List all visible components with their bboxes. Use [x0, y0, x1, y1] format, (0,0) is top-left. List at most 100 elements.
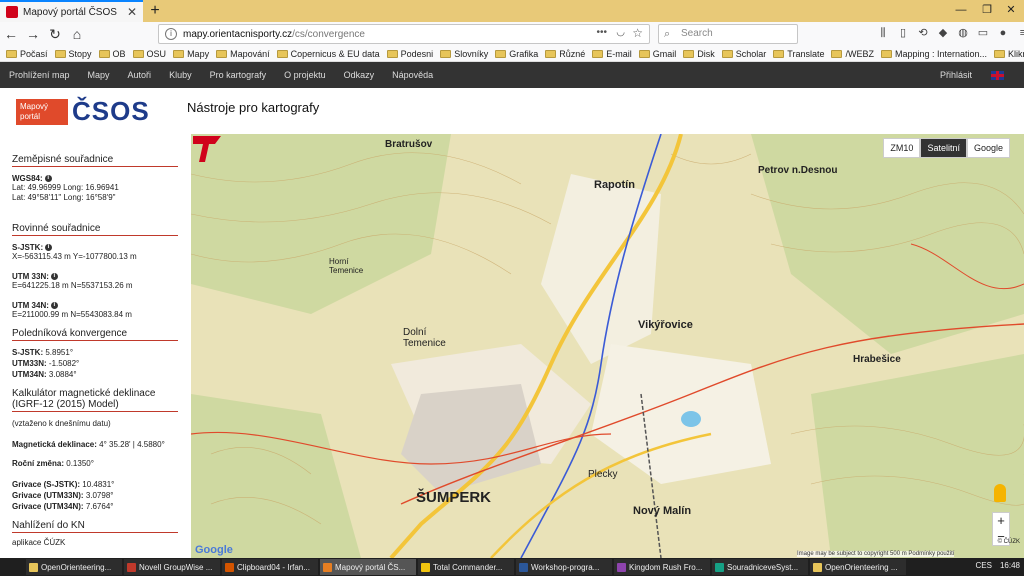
- convergence-key: S-JSTK:: [12, 348, 44, 357]
- minimize-icon[interactable]: —: [950, 0, 972, 20]
- login-link[interactable]: Přihlásit: [940, 70, 972, 80]
- new-tab-icon[interactable]: +: [146, 2, 164, 20]
- menu-item-mapy[interactable]: Mapy: [79, 70, 119, 80]
- folder-icon: [721, 49, 733, 58]
- map-type-google[interactable]: Google: [966, 138, 1010, 158]
- taskbar-item[interactable]: Novell GroupWise ...: [124, 559, 220, 575]
- bookmark-item[interactable]: Slovníky: [440, 49, 488, 59]
- place-label: Hrabešice: [853, 354, 901, 365]
- browser-tab[interactable]: Mapový portál ČSOS ✕: [0, 0, 143, 22]
- search-input[interactable]: ⌕ Search: [658, 24, 798, 44]
- bookmark-item[interactable]: E-mail: [592, 49, 632, 59]
- site-header: Mapový portál ČSOS Nástroje pro kartogra…: [0, 88, 1024, 134]
- geo-section-title: Zeměpisné souřadnice: [12, 142, 178, 167]
- extension-icon[interactable]: ◆: [936, 26, 950, 40]
- close-tab-icon[interactable]: ✕: [127, 5, 137, 19]
- site-info-icon[interactable]: i: [165, 28, 177, 40]
- convergence-section: Poledníková konvergence S-JSTK: 5.8951° …: [12, 322, 179, 380]
- folder-icon: [276, 49, 288, 58]
- utm34-label: UTM 34N: i: [12, 301, 179, 310]
- back-icon[interactable]: ←: [0, 23, 22, 45]
- bookmark-item[interactable]: Kliknout a publikovat: [994, 49, 1024, 59]
- taskbar-item-label: Novell GroupWise ...: [139, 562, 213, 572]
- reload-icon[interactable]: ↻: [44, 23, 66, 45]
- menu-item-autori[interactable]: Autoři: [119, 70, 161, 80]
- home-icon[interactable]: ⌂: [66, 23, 88, 45]
- bookmark-star-icon[interactable]: ☆: [632, 26, 643, 40]
- pocket-icon[interactable]: ◡: [616, 27, 625, 38]
- site-logo[interactable]: Mapový portál ČSOS: [16, 96, 150, 127]
- taskbar-item[interactable]: Clipboard04 - Irfan...: [222, 559, 318, 575]
- taskbar-item[interactable]: Total Commander...: [418, 559, 514, 575]
- english-flag-icon[interactable]: [991, 71, 1004, 80]
- url-bar[interactable]: i mapy.orientacnisporty.cz/cs/convergenc…: [158, 24, 650, 44]
- menu-item-prohlizeni[interactable]: Prohlížení map: [0, 70, 79, 80]
- vpn-icon[interactable]: ◍: [956, 26, 970, 40]
- bookmark-item[interactable]: Disk: [683, 49, 715, 59]
- folder-icon: [638, 49, 650, 58]
- info-icon[interactable]: i: [45, 244, 53, 252]
- bookmark-item[interactable]: Scholar: [721, 49, 766, 59]
- bookmark-label: E-mail: [606, 48, 632, 59]
- map-type-zm10[interactable]: ZM10: [883, 138, 921, 158]
- folder-icon: [54, 49, 66, 58]
- menu-item-o-projektu[interactable]: O projektu: [275, 70, 335, 80]
- bookmark-item[interactable]: Mapping : Internation...: [880, 49, 987, 59]
- history-icon[interactable]: ⟲: [916, 26, 930, 40]
- addon-icon[interactable]: ●: [996, 26, 1010, 40]
- planar-section: Rovinné souřadnice S-JSTK: i X=-563115.43…: [12, 211, 179, 320]
- forward-icon[interactable]: →: [22, 23, 44, 45]
- clock[interactable]: 16:48: [1000, 561, 1020, 570]
- sidebar-icon[interactable]: ▯: [896, 26, 910, 40]
- taskbar-item[interactable]: OpenOrienteering...: [26, 559, 122, 575]
- menu-item-odkazy[interactable]: Odkazy: [335, 70, 384, 80]
- taskbar-item[interactable]: OpenOrienteering ...: [810, 559, 906, 575]
- bookmark-item[interactable]: Mapy: [173, 49, 209, 59]
- library-icon[interactable]: ⫼: [876, 26, 890, 40]
- taskbar-item[interactable]: Workshop-progra...: [516, 559, 612, 575]
- keyboard-language[interactable]: CES: [976, 561, 992, 570]
- bookmark-item[interactable]: /WEBZ: [831, 49, 874, 59]
- grivation-key: Grivace (UTM34N):: [12, 502, 84, 511]
- info-icon[interactable]: i: [44, 175, 52, 183]
- bookmark-item[interactable]: Počasí: [6, 49, 48, 59]
- screenshot-icon[interactable]: ▭: [976, 26, 990, 40]
- menu-icon[interactable]: ≡: [1016, 26, 1024, 40]
- grivation-list: Grivace (S-JSTK): 10.4831° Grivace (UTM3…: [12, 479, 179, 512]
- zoom-in-button[interactable]: +: [993, 513, 1009, 529]
- wgs84-label: WGS84: i: [12, 174, 179, 183]
- bookmark-item[interactable]: OB: [98, 49, 126, 59]
- bookmark-item[interactable]: Podesni: [386, 49, 433, 59]
- menu-item-napoveda[interactable]: Nápověda: [383, 70, 442, 80]
- bookmark-item[interactable]: Gmail: [638, 49, 676, 59]
- logo-badge: Mapový portál: [16, 98, 68, 125]
- bookmark-item[interactable]: Stopy: [54, 49, 92, 59]
- bookmark-item[interactable]: Translate: [773, 49, 824, 59]
- utm33-label-text: UTM 33N:: [12, 272, 49, 281]
- bookmark-item[interactable]: Mapování: [216, 49, 270, 59]
- start-button[interactable]: [0, 559, 26, 575]
- info-icon[interactable]: i: [50, 273, 58, 281]
- menu-item-kluby[interactable]: Kluby: [160, 70, 201, 80]
- bookmark-item[interactable]: Různé: [545, 49, 585, 59]
- info-icon[interactable]: i: [50, 302, 58, 310]
- maximize-icon[interactable]: ❐: [976, 0, 998, 20]
- menu-item-pro-kartografy[interactable]: Pro kartografy: [201, 70, 276, 80]
- page-actions-icon[interactable]: •••: [596, 27, 607, 38]
- kn-app-link[interactable]: aplikace ČÚZK: [12, 537, 179, 548]
- map-view[interactable]: Bratrušov Rapotín Petrov n.Desnou Vikýřo…: [191, 134, 1024, 558]
- close-window-icon[interactable]: ✕: [1000, 0, 1022, 20]
- search-icon: ⌕: [664, 28, 671, 40]
- map-type-satellite[interactable]: Satelitní: [920, 138, 967, 158]
- taskbar-item[interactable]: Mapový portál ČS...: [320, 559, 416, 575]
- bookmark-item[interactable]: Grafika: [495, 49, 538, 59]
- bookmark-item[interactable]: Copernicus & EU data: [276, 49, 380, 59]
- magnetic-declination-row: Magnetická deklinace: 4° 35.28' | 4.5880…: [12, 439, 179, 450]
- street-view-pegman-icon[interactable]: [994, 484, 1006, 502]
- taskbar-item[interactable]: SouradniceveSyst...: [712, 559, 808, 575]
- taskbar-item[interactable]: Kingdom Rush Fro...: [614, 559, 710, 575]
- folder-icon: [440, 49, 452, 58]
- magnetic-declination-value: 4° 35.28' | 4.5880°: [99, 440, 165, 449]
- bookmark-item[interactable]: OSU: [132, 49, 166, 59]
- convergence-key: UTM33N:: [12, 359, 47, 368]
